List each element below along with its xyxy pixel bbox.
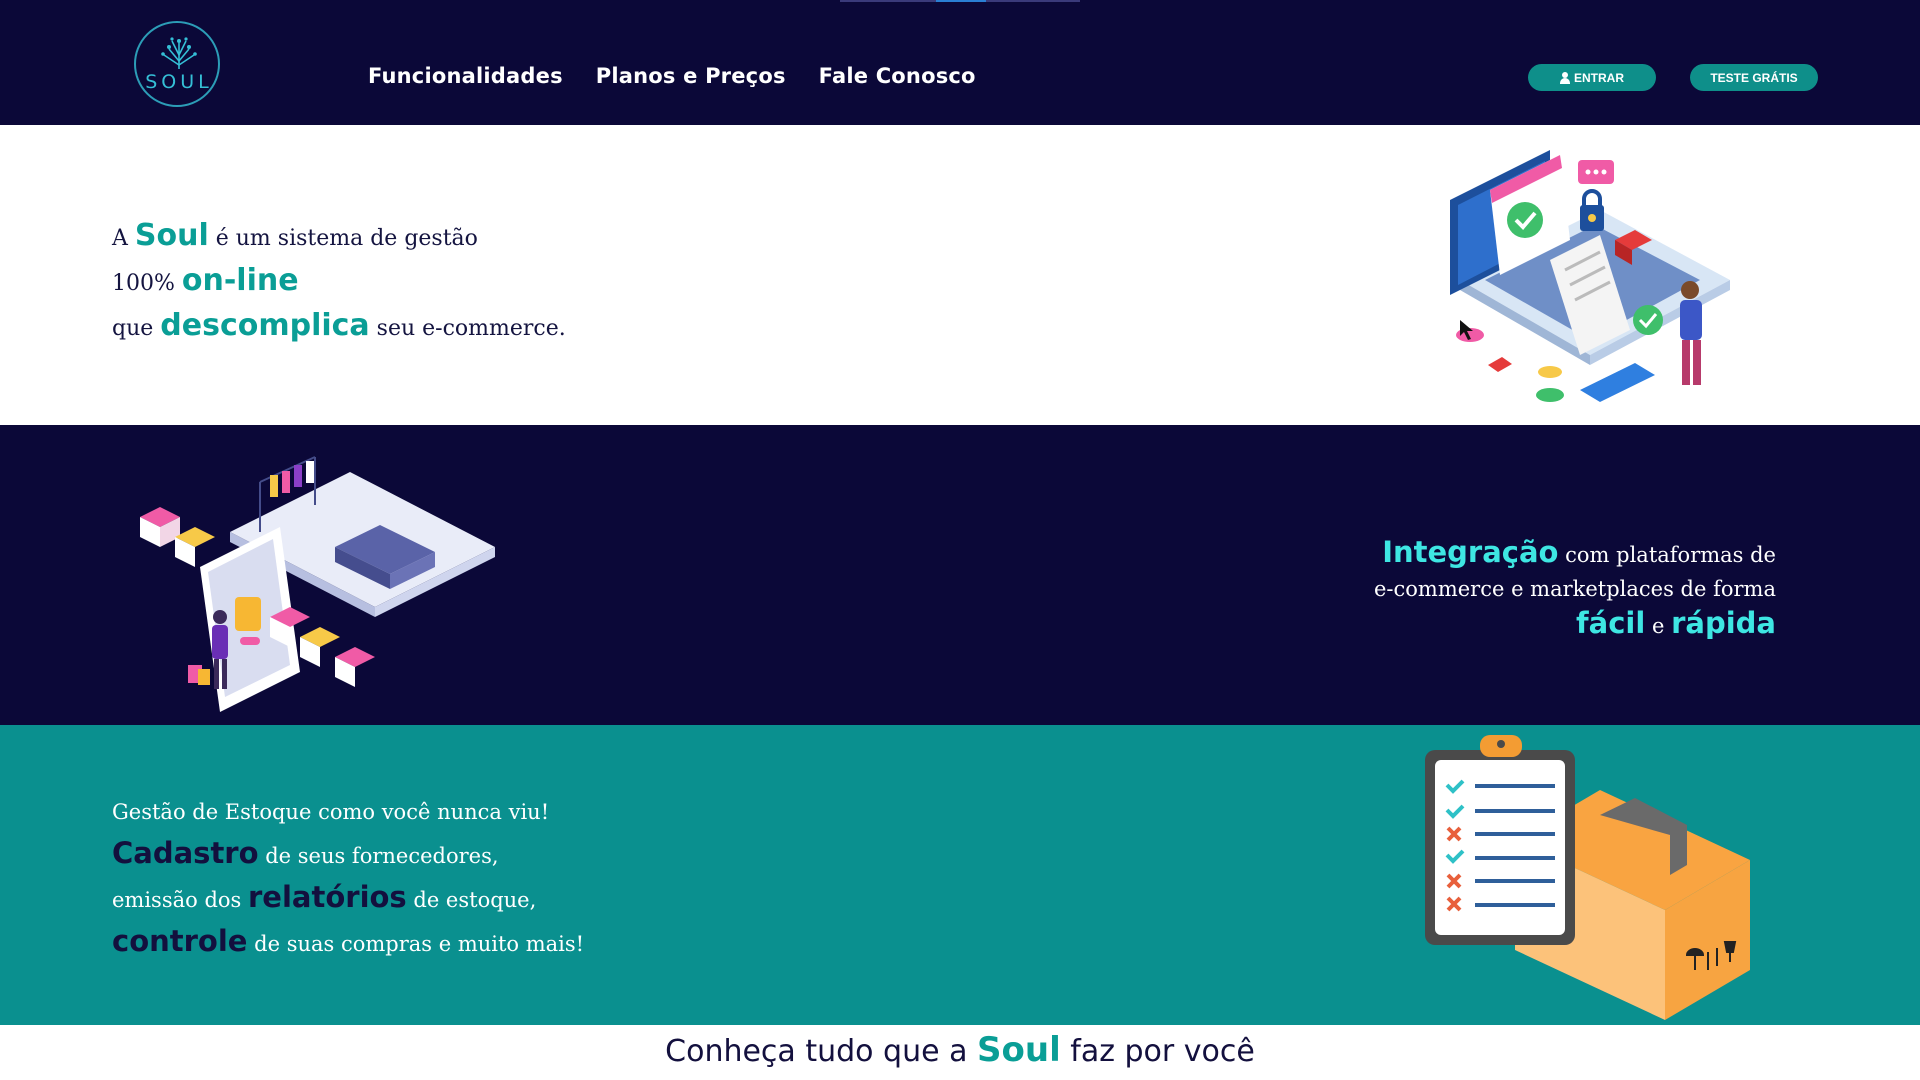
hero-line-2: 100% on-line: [112, 260, 566, 305]
integration-rapida-highlight: rápida: [1671, 606, 1776, 640]
integration-highlight: Integração: [1382, 535, 1559, 569]
stock-line-4: controle de suas compras e muito mais!: [112, 921, 584, 965]
integration-line-2: e-commerce e marketplaces de forma: [1373, 577, 1776, 601]
stock-text-part: de estoque,: [406, 888, 537, 912]
site-header: SOUL Funcionalidades Planos e Preços Fal…: [0, 0, 1920, 125]
integration-facil-highlight: fácil: [1576, 606, 1646, 640]
stock-line-1: Gestão de Estoque como você nunca viu!: [112, 800, 550, 824]
hero-descomplica-highlight: descomplica: [160, 308, 370, 343]
nav-link-fale-conosco[interactable]: Fale Conosco: [819, 64, 976, 88]
integration-line-3: fácil e rápida: [1374, 606, 1776, 643]
hero-text: A Soul é um sistema de gestão 100% on-li…: [112, 215, 566, 350]
hero-text-part: é um sistema de gestão: [208, 226, 478, 251]
integration-text: Integração com plataformas de e-commerce…: [1374, 535, 1776, 643]
login-button-label: ENTRAR: [1574, 70, 1624, 85]
logo-tree-icon: [161, 37, 197, 69]
hero-line-3: que descomplica seu e-commerce.: [112, 305, 566, 350]
free-trial-button-label: TESTE GRÁTIS: [1710, 70, 1798, 85]
nav-link-planos-precos[interactable]: Planos e Preços: [596, 64, 786, 88]
stock-text: Gestão de Estoque como você nunca viu! C…: [112, 792, 584, 965]
integration-text-part: com plataformas de: [1558, 543, 1776, 567]
stock-text-part: emissão dos: [112, 888, 248, 912]
hero-text-part: seu e-commerce.: [369, 316, 566, 341]
hero-text-part: que: [112, 316, 161, 341]
stock-relatorios-highlight: relatórios: [248, 880, 407, 914]
integration-section: Integração com plataformas de e-commerce…: [0, 425, 1920, 725]
stock-line-3: emissão dos relatórios de estoque,: [112, 877, 584, 921]
hero-online-highlight: on-line: [181, 263, 299, 298]
free-trial-button[interactable]: TESTE GRÁTIS: [1690, 64, 1818, 91]
features-teaser-section: Conheça tudo que a Soul faz por você: [0, 1025, 1920, 1080]
login-button[interactable]: ENTRAR: [1528, 64, 1656, 91]
integration-text-part: e: [1645, 614, 1672, 638]
stock-line-2: Cadastro de seus fornecedores,: [112, 833, 584, 877]
logo-wordmark: SOUL: [145, 71, 213, 93]
soul-logo[interactable]: SOUL: [134, 21, 220, 107]
features-teaser-heading: Conheça tudo que a Soul faz por você: [0, 1030, 1920, 1070]
stock-cadastro-highlight: Cadastro: [112, 836, 259, 870]
user-icon: [1560, 71, 1570, 84]
hero-text-part: 100%: [112, 271, 182, 296]
ecommerce-laptop-illustration: [1450, 150, 1730, 402]
teaser-text-part: faz por você: [1060, 1034, 1255, 1069]
stock-section: Gestão de Estoque como você nunca viu! C…: [0, 725, 1920, 1025]
scroll-indicator-active: [936, 0, 986, 2]
clipboard-box-illustration: [1425, 735, 1750, 1020]
teaser-text-part: Conheça tudo que a: [665, 1034, 978, 1069]
hero-brand-highlight: Soul: [134, 218, 209, 253]
hero-line-1: A Soul é um sistema de gestão: [112, 215, 566, 260]
main-nav: Funcionalidades Planos e Preços Fale Con…: [368, 64, 976, 88]
hero-section: A Soul é um sistema de gestão 100% on-li…: [0, 125, 1920, 425]
hero-text-part: A: [112, 226, 135, 251]
page-scroll-indicator: [840, 0, 1080, 2]
marketplace-phone-illustration: [140, 456, 495, 712]
stock-text-part: de seus fornecedores,: [258, 844, 499, 868]
integration-line-1: Integração com plataformas de: [1374, 535, 1776, 572]
nav-link-funcionalidades[interactable]: Funcionalidades: [368, 64, 563, 88]
teaser-brand-highlight: Soul: [977, 1030, 1061, 1070]
stock-text-part: de suas compras e muito mais!: [247, 932, 585, 956]
stock-controle-highlight: controle: [112, 924, 248, 958]
